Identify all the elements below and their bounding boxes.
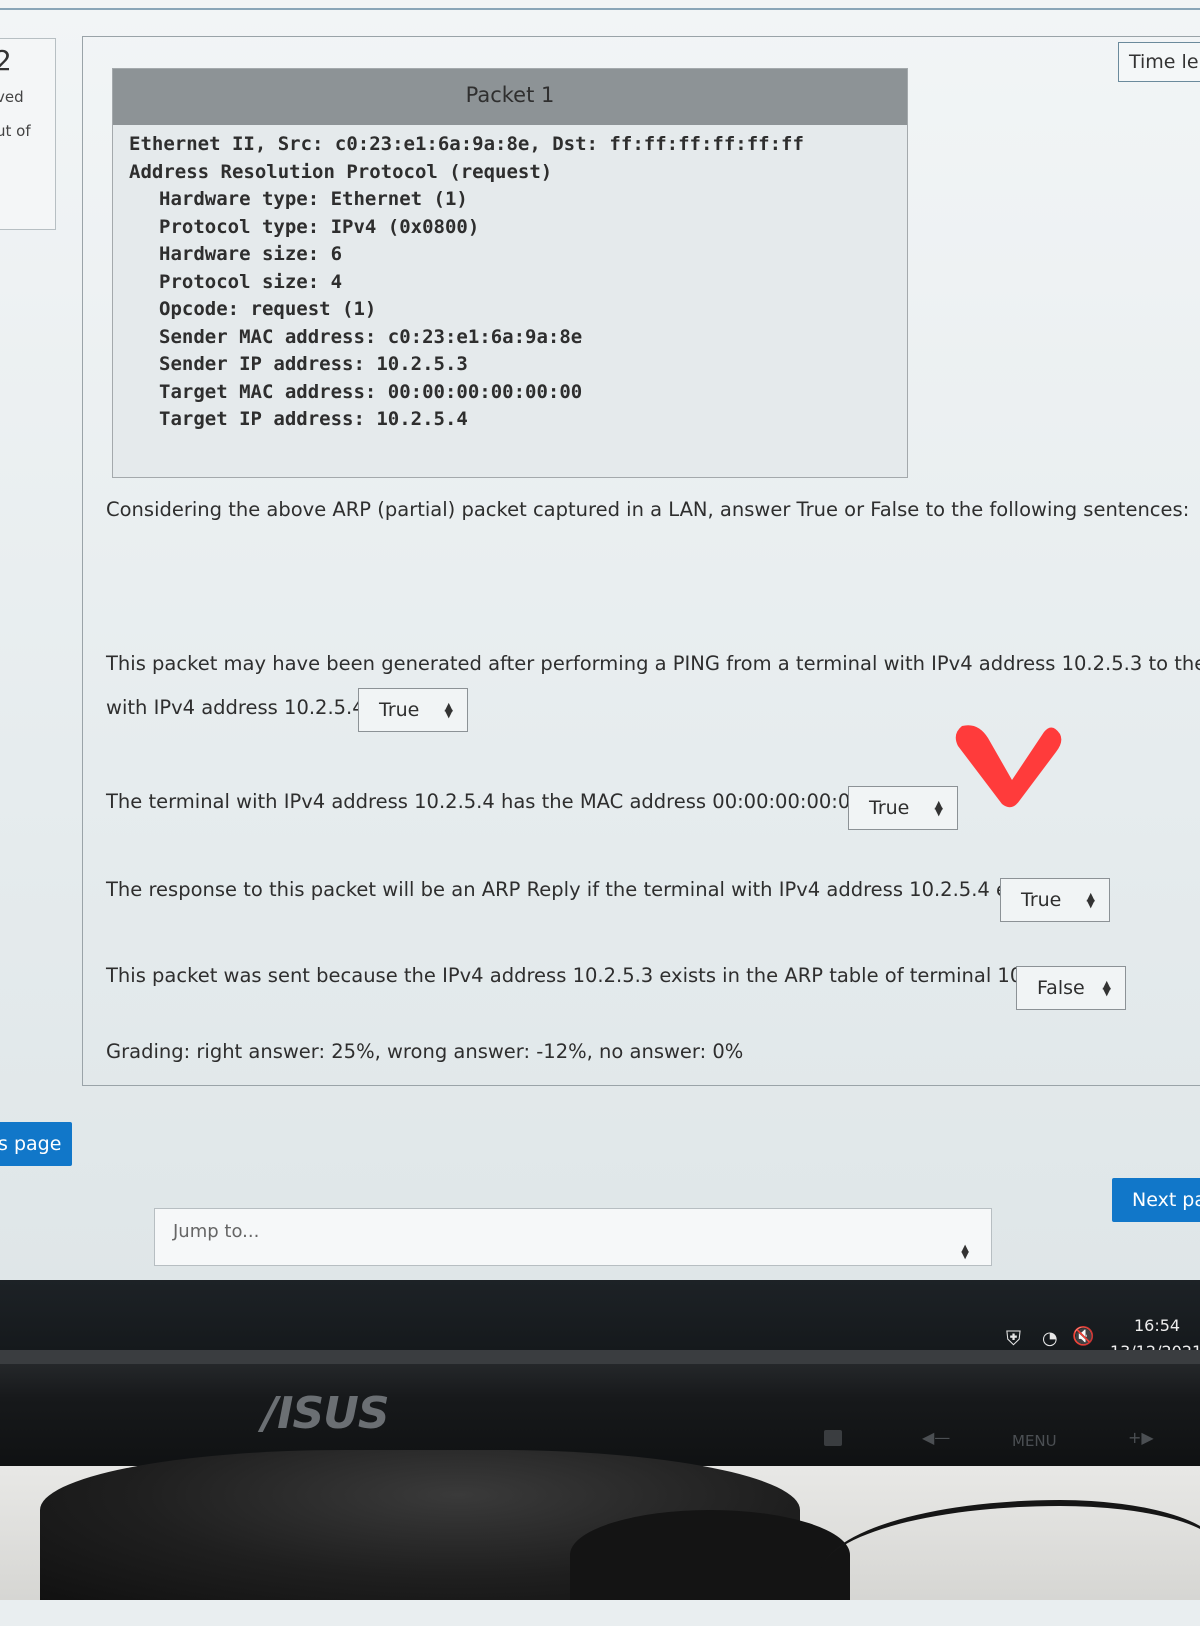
packet-line: Address Resolution Protocol (request) — [129, 160, 553, 183]
statement-3-answer-value: True — [1021, 889, 1062, 911]
clock-time[interactable]: 16:54 — [1134, 1316, 1180, 1335]
statement-1-text: This packet may have been generated afte… — [106, 652, 1200, 675]
jump-to-select[interactable]: Jump to... ▲ ▼ — [154, 1208, 992, 1266]
packet-line: Hardware size: 6 — [159, 243, 343, 265]
statement-1-answer-value: True — [379, 699, 420, 721]
top-border — [0, 8, 1200, 10]
packet-line: Protocol size: 4 — [159, 270, 343, 293]
statement-3-text: The response to this packet will be an A… — [106, 878, 1059, 901]
packet-line: Hardware type: Ethernet (1) — [159, 188, 468, 210]
select-arrows-icon: ▲ ▼ — [1102, 978, 1111, 998]
asus-logo: /ISUS — [262, 1388, 390, 1439]
monitor-input-button — [824, 1430, 842, 1446]
monitor-right-arrow-icon: +▶ — [1128, 1428, 1154, 1447]
select-arrows-icon: ▲ ▼ — [934, 798, 943, 818]
monitor-menu-label: MENU — [1012, 1432, 1057, 1450]
statement-4-answer-value: False — [1037, 977, 1085, 999]
select-arrows-icon: ▲ ▼ — [1086, 890, 1095, 910]
wrong-answer-mark-icon — [955, 725, 1062, 808]
packet-title: Packet 1 — [113, 69, 907, 125]
packet-line: Target IP address: 10.2.5.4 — [159, 408, 468, 430]
security-shield-icon[interactable]: ⛨ — [1006, 1326, 1021, 1350]
screen: 2 ved ut of Time le Packet 1 Ethernet II… — [0, 0, 1200, 1290]
wifi-icon[interactable]: ◔ — [1042, 1328, 1058, 1349]
packet-card: Packet 1 Ethernet II, Src: c0:23:e1:6a:9… — [112, 68, 908, 478]
statement-1-answer-select[interactable]: True ▲ ▼ — [358, 688, 468, 732]
jump-to-placeholder: Jump to... — [173, 1221, 260, 1242]
monitor-stand-base — [570, 1510, 850, 1600]
statement-4-answer-select[interactable]: False ▲ ▼ — [1016, 966, 1126, 1010]
question-intro: Considering the above ARP (partial) pack… — [106, 498, 1190, 521]
packet-line: Opcode: request (1) — [159, 298, 377, 320]
select-arrows-icon: ▲ ▼ — [444, 700, 453, 720]
monitor-bezel-edge — [0, 1350, 1200, 1364]
question-marks: ut of — [0, 122, 31, 140]
statement-2-answer-value: True — [869, 797, 910, 819]
packet-details: Ethernet II, Src: c0:23:e1:6a:9a:8e, Dst… — [113, 125, 907, 434]
packet-line: Ethernet II, Src: c0:23:e1:6a:9a:8e, Dst… — [129, 133, 804, 155]
question-number: 2 — [0, 44, 12, 77]
previous-page-button[interactable]: s page — [0, 1122, 72, 1166]
packet-line: Sender IP address: 10.2.5.3 — [159, 353, 468, 375]
packet-line: Protocol type: IPv4 (0x0800) — [159, 215, 480, 238]
packet-line: Target MAC address: 00:00:00:00:00:00 — [159, 380, 583, 403]
statement-4-text: This packet was sent because the IPv4 ad… — [106, 964, 1085, 987]
statement-1-text-cont: with IPv4 address 10.2.5.4. — [106, 696, 371, 719]
statement-3-answer-select[interactable]: True ▲ ▼ — [1000, 878, 1110, 922]
next-page-button[interactable]: Next pa — [1112, 1178, 1200, 1222]
packet-line: Sender MAC address: c0:23:e1:6a:9a:8e — [159, 325, 583, 348]
question-status: ved — [0, 88, 24, 106]
select-arrows-icon: ▲ ▼ — [961, 1243, 969, 1261]
grading-info: Grading: right answer: 25%, wrong answer… — [106, 1040, 744, 1063]
volume-muted-icon[interactable]: 🔇 — [1072, 1326, 1094, 1347]
monitor-bezel — [0, 1350, 1200, 1470]
statement-2-answer-select[interactable]: True ▲ ▼ — [848, 786, 958, 830]
monitor-left-arrow-icon: ◀— — [922, 1428, 951, 1447]
statement-2-text: The terminal with IPv4 address 10.2.5.4 … — [106, 790, 901, 813]
